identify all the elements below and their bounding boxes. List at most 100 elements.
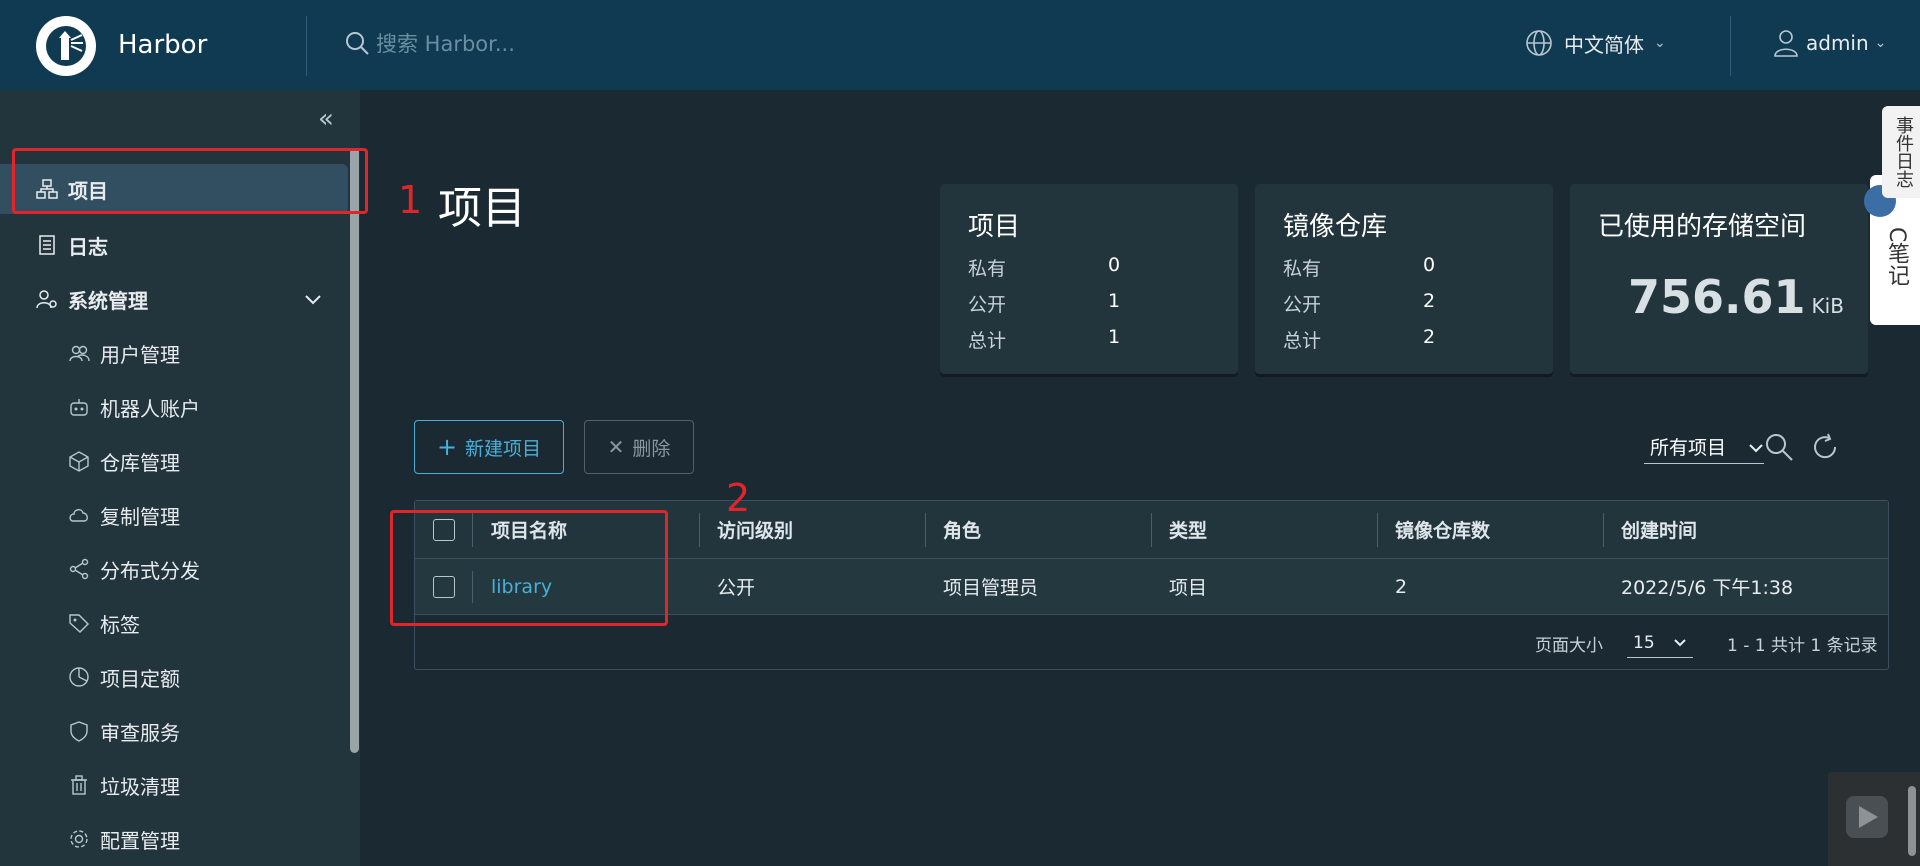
delete-button[interactable]: ✕ 删除 bbox=[584, 420, 694, 474]
sidebar-item-users[interactable]: 用户管理 bbox=[0, 328, 348, 378]
replication-icon bbox=[68, 504, 90, 526]
sidebar-item-registries[interactable]: 仓库管理 bbox=[0, 436, 348, 486]
column-header-repo-count[interactable]: 镜像仓库数 bbox=[1395, 501, 1490, 558]
page-size-underline bbox=[1627, 657, 1693, 658]
storage-usage-card: 已使用的存储空间 756.61 KiB bbox=[1570, 184, 1868, 374]
sidebar-item-label: 系统管理 bbox=[68, 288, 148, 313]
storage-value: 756.61 KiB bbox=[1628, 270, 1844, 324]
header-divider bbox=[1730, 16, 1731, 76]
annotation-number: 2 bbox=[726, 476, 751, 520]
stat-label: 公开 bbox=[968, 294, 1007, 316]
stat-label: 私有 bbox=[1283, 258, 1322, 280]
sidebar-item-label: 用户管理 bbox=[100, 342, 180, 367]
column-header-role[interactable]: 角色 bbox=[943, 501, 981, 558]
logs-icon bbox=[36, 234, 58, 256]
storage-amount: 756.61 bbox=[1628, 270, 1806, 324]
language-selector[interactable]: 中文简体 ⌄ bbox=[1524, 28, 1666, 58]
harbor-logo-icon[interactable] bbox=[36, 16, 96, 76]
app-header: Harbor 搜索 Harbor... 中文简体 ⌄ admin ⌄ bbox=[0, 0, 1920, 90]
column-divider bbox=[925, 513, 926, 547]
stat-value: 1 bbox=[1108, 326, 1121, 348]
sidebar-item-label: 复制管理 bbox=[100, 504, 180, 529]
annotation-box-library bbox=[390, 510, 668, 626]
users-icon bbox=[68, 342, 90, 364]
sidebar-item-label: 审查服务 bbox=[100, 720, 180, 745]
header-divider bbox=[306, 16, 307, 76]
system-admin-icon bbox=[36, 288, 58, 310]
new-project-button[interactable]: + 新建项目 bbox=[414, 420, 564, 474]
event-log-label: 事件日志 bbox=[1893, 116, 1914, 188]
stat-value: 1 bbox=[1108, 290, 1121, 312]
sidebar-item-robot-accounts[interactable]: 机器人账户 bbox=[0, 382, 348, 432]
page-size-select[interactable]: 15 bbox=[1627, 615, 1693, 671]
delete-label: 删除 bbox=[632, 437, 671, 460]
stat-value: 0 bbox=[1423, 254, 1436, 276]
chevron-down-icon bbox=[304, 287, 322, 311]
sidebar-item-quotas[interactable]: 项目定额 bbox=[0, 652, 348, 702]
annotation-number: 1 bbox=[398, 178, 423, 222]
project-filter-select[interactable]: 所有项目 bbox=[1644, 430, 1764, 464]
global-search[interactable]: 搜索 Harbor... bbox=[344, 28, 515, 58]
refresh-icon[interactable] bbox=[1810, 432, 1840, 462]
stat-label: 总计 bbox=[1283, 330, 1322, 352]
column-header-created[interactable]: 创建时间 bbox=[1621, 501, 1697, 558]
annotation-box-projects bbox=[12, 148, 368, 214]
column-divider bbox=[1377, 513, 1378, 547]
sidebar-item-label: 仓库管理 bbox=[100, 450, 180, 475]
globe-icon bbox=[1526, 30, 1552, 56]
notes-widget-label: C笔记 bbox=[1884, 227, 1909, 287]
user-icon bbox=[1774, 30, 1798, 57]
creation-time: 2022/5/6 下午1:38 bbox=[1621, 577, 1794, 599]
chevron-down-icon: ⌄ bbox=[1874, 35, 1887, 51]
user-menu[interactable]: admin ⌄ bbox=[1772, 28, 1886, 58]
event-log-tab[interactable]: 事件日志 bbox=[1882, 106, 1920, 198]
sidebar-item-configuration[interactable]: 配置管理 bbox=[0, 814, 348, 864]
page-size-label: 页面大小 bbox=[1535, 635, 1603, 656]
stat-value: 2 bbox=[1423, 290, 1436, 312]
stat-value: 2 bbox=[1423, 326, 1436, 348]
sidebar-item-labels[interactable]: 标签 bbox=[0, 598, 348, 648]
sidebar-item-label: 分布式分发 bbox=[100, 558, 200, 583]
repositories-summary-card: 镜像仓库 私有 0 公开 2 总计 2 bbox=[1255, 184, 1553, 374]
registry-icon bbox=[68, 450, 90, 472]
sidebar-item-logs[interactable]: 日志 bbox=[0, 220, 348, 270]
sidebar-item-label: 配置管理 bbox=[100, 828, 180, 853]
stat-label: 私有 bbox=[968, 258, 1007, 280]
trash-icon bbox=[68, 774, 90, 796]
username: admin bbox=[1806, 31, 1869, 55]
robot-icon bbox=[68, 396, 90, 418]
search-icon[interactable] bbox=[1764, 432, 1794, 462]
language-label: 中文简体 bbox=[1564, 32, 1644, 57]
sidebar-item-label: 项目定额 bbox=[100, 666, 180, 691]
sidebar-item-replications[interactable]: 复制管理 bbox=[0, 490, 348, 540]
projects-summary-card: 项目 私有 0 公开 1 总计 1 bbox=[940, 184, 1238, 374]
filter-label: 所有项目 bbox=[1650, 437, 1727, 459]
sidebar-item-distributions[interactable]: 分布式分发 bbox=[0, 544, 348, 594]
quota-icon bbox=[68, 666, 90, 688]
chevron-down-icon bbox=[1748, 436, 1764, 458]
search-input[interactable]: 搜索 Harbor... bbox=[376, 28, 515, 58]
page-title: 项目 bbox=[438, 183, 526, 234]
media-player-widget[interactable] bbox=[1828, 772, 1920, 866]
project-type: 项目 bbox=[1169, 577, 1208, 599]
card-title: 镜像仓库 bbox=[1283, 212, 1388, 242]
new-project-label: 新建项目 bbox=[465, 437, 542, 460]
stat-label: 总计 bbox=[968, 330, 1007, 352]
page-size-value: 15 bbox=[1633, 633, 1655, 653]
plus-icon: + bbox=[436, 433, 458, 461]
sidebar-item-interrogation-services[interactable]: 审查服务 bbox=[0, 706, 348, 756]
sidebar-item-label: 日志 bbox=[68, 234, 108, 259]
sidebar-item-label: 标签 bbox=[100, 612, 140, 637]
storage-unit: KiB bbox=[1811, 294, 1844, 318]
sidebar-scrollbar[interactable] bbox=[350, 148, 359, 753]
sidebar-item-system-admin[interactable]: 系统管理 bbox=[0, 274, 348, 324]
distribution-icon bbox=[68, 558, 90, 580]
sidebar-item-garbage-collection[interactable]: 垃圾清理 bbox=[0, 760, 348, 810]
brand-name[interactable]: Harbor bbox=[118, 30, 207, 60]
tag-icon bbox=[68, 612, 90, 634]
widget-handle[interactable] bbox=[1908, 786, 1916, 856]
collapse-sidebar-icon[interactable]: « bbox=[318, 104, 334, 134]
sidebar-item-label: 机器人账户 bbox=[100, 396, 200, 421]
column-header-type[interactable]: 类型 bbox=[1169, 501, 1207, 558]
close-icon: ✕ bbox=[607, 435, 625, 459]
